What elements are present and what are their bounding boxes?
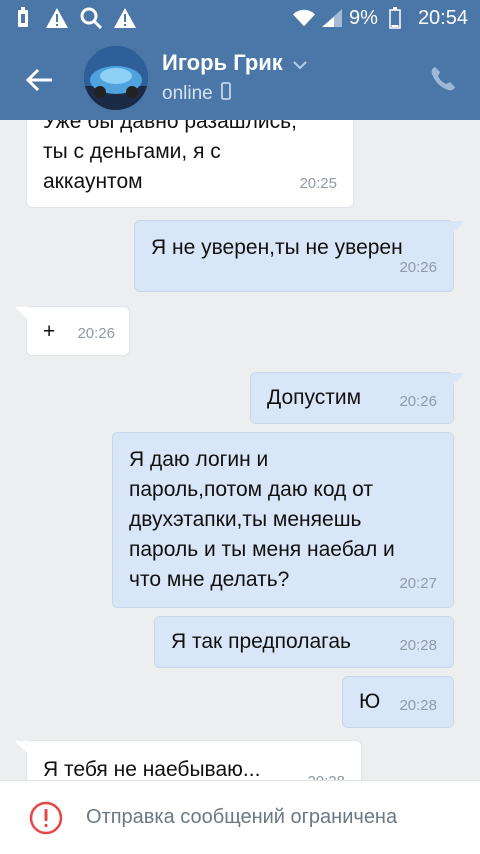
battery-percent: 9%	[349, 6, 378, 29]
message-text: Уже бы давно разашлись, ты с деньгами, я…	[43, 120, 297, 193]
message-list[interactable]: Уже бы давно разашлись, ты с деньгами, я…	[0, 120, 480, 780]
restriction-notice: Отправка сообщений ограничена	[86, 806, 398, 828]
status-row: online	[162, 82, 231, 106]
message-time: 20:25	[299, 175, 337, 192]
clock: 20:54	[417, 6, 468, 29]
usb-debug-icon	[12, 6, 34, 30]
signal-icon	[321, 6, 343, 30]
message-outgoing[interactable]: Я даю логин и пароль,потом даю код от дв…	[112, 432, 454, 608]
message-outgoing[interactable]: Я так предполагаь 20:28	[154, 616, 454, 668]
chevron-down-icon	[293, 50, 307, 76]
message-incoming[interactable]: + 20:26	[15, 306, 130, 356]
search-icon	[80, 6, 102, 30]
call-button[interactable]	[428, 64, 458, 94]
message-time: 20:28	[399, 697, 437, 714]
message-text: Я так предполагаь	[171, 630, 351, 653]
warning-icon-2	[114, 6, 136, 30]
contact-name-row[interactable]: Игорь Грик	[162, 50, 307, 76]
message-text: Я тебя не наебываю...	[43, 758, 261, 780]
phone-icon	[431, 67, 455, 91]
status-bar: 9% 20:54	[0, 0, 480, 38]
arrow-left-icon	[26, 68, 52, 92]
message-time: 20:28	[399, 637, 437, 654]
warning-icon	[46, 6, 68, 30]
message-text: Я не уверен,ты не уверен	[151, 236, 403, 259]
back-button[interactable]	[20, 60, 60, 100]
message-text: Я даю логин и пароль,потом даю код от дв…	[129, 448, 395, 591]
message-time: 20:28	[307, 767, 345, 780]
message-incoming[interactable]: Я тебя не наебываю... 20:28	[15, 740, 362, 780]
message-outgoing[interactable]: Ю 20:28	[342, 676, 454, 728]
battery-icon	[384, 6, 406, 30]
messaging-restricted-bar: Отправка сообщений ограничена	[0, 780, 480, 854]
message-time: 20:26	[399, 393, 437, 410]
avatar[interactable]	[84, 46, 148, 110]
message-time: 20:27	[399, 575, 437, 592]
message-incoming[interactable]: Уже бы давно разашлись, ты с деньгами, я…	[26, 120, 354, 208]
wifi-icon	[293, 6, 316, 30]
mobile-phone-icon	[220, 82, 231, 106]
alert-circle-icon	[28, 800, 64, 836]
chat-header: Игорь Грик online	[0, 38, 480, 120]
contact-name: Игорь Грик	[162, 50, 283, 75]
message-time: 20:26	[77, 325, 115, 342]
message-outgoing[interactable]: Я не уверен,ты не уверен 20:26	[134, 220, 465, 292]
online-status: online	[162, 83, 213, 104]
message-outgoing[interactable]: Допустим 20:26	[250, 372, 465, 424]
message-time: 20:26	[399, 259, 437, 276]
